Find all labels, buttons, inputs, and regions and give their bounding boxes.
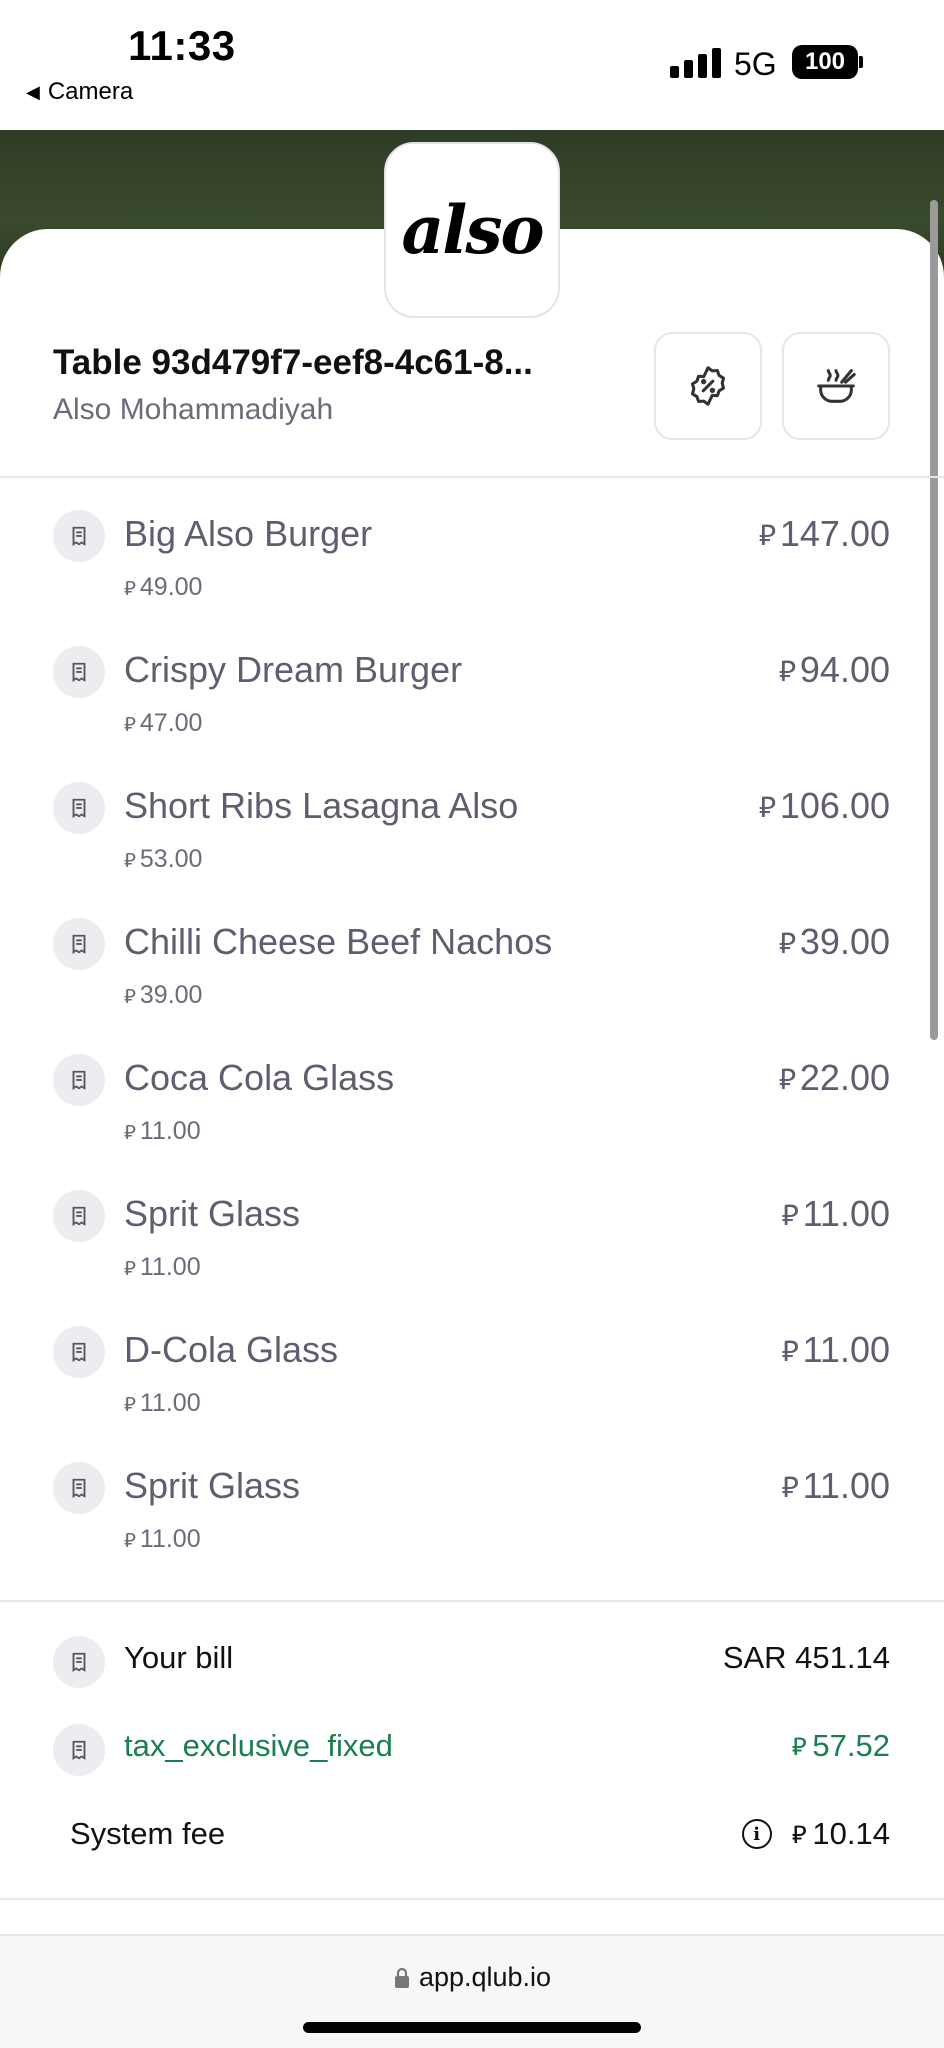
bill-item[interactable]: Sprit Glass ⃁ 11.00 ⃁ 11.00 bbox=[0, 1190, 944, 1326]
item-total-price: ⃁ 22.00 bbox=[778, 1057, 890, 1098]
item-name: Crispy Dream Burger bbox=[124, 649, 463, 690]
summary-divider bbox=[0, 1898, 944, 1900]
percent-badge-icon bbox=[690, 366, 726, 406]
system-fee-label: System fee bbox=[70, 1816, 226, 1851]
receipt-icon bbox=[53, 1724, 105, 1776]
receipt-icon bbox=[53, 1326, 105, 1378]
item-total-price: ⃁ 11.00 bbox=[781, 1193, 890, 1234]
signal-strength-icon bbox=[670, 48, 721, 78]
bill-item[interactable]: D-Cola Glass ⃁ 11.00 ⃁ 11.00 bbox=[0, 1326, 944, 1462]
receipt-icon bbox=[53, 646, 105, 698]
battery-tip bbox=[859, 56, 863, 68]
logo-text: also bbox=[401, 191, 544, 269]
network-type: 5G bbox=[734, 46, 777, 82]
item-unit-price: ⃁ 11.00 bbox=[124, 1117, 201, 1145]
receipt-icon bbox=[53, 782, 105, 834]
receipt-icon bbox=[53, 510, 105, 562]
browser-address-bar[interactable]: app.qlub.io bbox=[0, 1934, 944, 2048]
status-bar: 11:33 ◀ Camera 5G 100 bbox=[0, 0, 944, 130]
receipt-icon bbox=[53, 918, 105, 970]
food-menu-button[interactable] bbox=[782, 332, 890, 440]
restaurant-logo: also bbox=[384, 142, 560, 318]
item-name: Coca Cola Glass bbox=[124, 1057, 395, 1098]
back-triangle-icon: ◀ bbox=[26, 81, 40, 102]
tax-row: tax_exclusive_fixed ⃁ 57.52 bbox=[0, 1720, 944, 1780]
item-unit-price: ⃁ 49.00 bbox=[124, 573, 203, 601]
lock-icon bbox=[394, 1967, 409, 1988]
table-title: Table 93d479f7-eef8-4c61-8... bbox=[53, 343, 533, 382]
item-name: Sprit Glass bbox=[124, 1193, 301, 1234]
currency-icon: ⃁ bbox=[791, 1820, 807, 1849]
item-name: Short Ribs Lasagna Also bbox=[124, 785, 519, 826]
your-bill-label: Your bill bbox=[124, 1640, 234, 1675]
receipt-icon bbox=[53, 1636, 105, 1688]
bill-item[interactable]: Crispy Dream Burger ⃁ 47.00 ⃁ 94.00 bbox=[0, 646, 944, 782]
receipt-icon bbox=[53, 1462, 105, 1514]
currency-icon: ⃁ bbox=[778, 653, 796, 688]
item-unit-price: ⃁ 11.00 bbox=[124, 1253, 201, 1281]
bowl-steam-icon bbox=[817, 369, 856, 403]
back-app-label: Camera bbox=[47, 78, 134, 105]
url-text: app.qlub.io bbox=[418, 1962, 552, 1992]
tax-label: tax_exclusive_fixed bbox=[124, 1728, 393, 1763]
currency-icon: ⃁ bbox=[124, 1255, 136, 1280]
bill-item[interactable]: Big Also Burger ⃁ 49.00 ⃁ 147.00 bbox=[0, 510, 944, 646]
currency-icon: ⃁ bbox=[124, 711, 136, 736]
bill-item[interactable]: Sprit Glass ⃁ 11.00 ⃁ 11.00 bbox=[0, 1462, 944, 1598]
currency-icon: ⃁ bbox=[781, 1333, 799, 1368]
info-icon[interactable]: i bbox=[741, 1819, 772, 1849]
item-name: Chilli Cheese Beef Nachos bbox=[124, 921, 553, 962]
currency-icon: ⃁ bbox=[124, 575, 136, 600]
currency-icon: ⃁ bbox=[758, 517, 776, 552]
bill-item[interactable]: Coca Cola Glass ⃁ 11.00 ⃁ 22.00 bbox=[0, 1054, 944, 1190]
currency-icon: ⃁ bbox=[781, 1469, 799, 1504]
item-total-price: ⃁ 94.00 bbox=[778, 649, 890, 690]
currency-icon: ⃁ bbox=[791, 1732, 807, 1761]
battery-icon: 100 bbox=[792, 45, 858, 79]
home-indicator[interactable] bbox=[303, 2022, 641, 2033]
item-name: Sprit Glass bbox=[124, 1465, 301, 1506]
currency-icon: ⃁ bbox=[124, 1391, 136, 1416]
item-unit-price: ⃁ 53.00 bbox=[124, 845, 203, 873]
item-total-price: ⃁ 39.00 bbox=[778, 921, 890, 962]
item-unit-price: ⃁ 11.00 bbox=[124, 1525, 201, 1553]
item-unit-price: ⃁ 11.00 bbox=[124, 1389, 201, 1417]
currency-icon: ⃁ bbox=[758, 789, 776, 824]
item-name: D-Cola Glass bbox=[124, 1329, 339, 1370]
bill-item[interactable]: Short Ribs Lasagna Also ⃁ 53.00 ⃁ 106.00 bbox=[0, 782, 944, 918]
currency-icon: ⃁ bbox=[124, 1119, 136, 1144]
status-time: 11:33 bbox=[128, 22, 236, 69]
currency-icon: ⃁ bbox=[124, 983, 136, 1008]
item-unit-price: ⃁ 47.00 bbox=[124, 709, 203, 737]
bill-item[interactable]: Chilli Cheese Beef Nachos ⃁ 39.00 ⃁ 39.00 bbox=[0, 918, 944, 1054]
items-divider bbox=[0, 1600, 944, 1602]
url-display[interactable]: app.qlub.io bbox=[0, 1962, 944, 1993]
restaurant-name: Also Mohammadiyah bbox=[53, 393, 334, 426]
currency-icon: ⃁ bbox=[124, 847, 136, 872]
tax-value: ⃁ 57.52 bbox=[791, 1728, 890, 1763]
item-total-price: ⃁ 106.00 bbox=[758, 785, 890, 826]
back-to-app-link[interactable]: ◀ Camera bbox=[26, 78, 133, 106]
item-total-price: ⃁ 11.00 bbox=[781, 1329, 890, 1370]
your-bill-value: SAR 451.14 bbox=[722, 1640, 890, 1675]
system-fee-value: i ⃁ 10.14 bbox=[741, 1816, 890, 1852]
currency-icon: ⃁ bbox=[124, 1527, 136, 1552]
currency-icon: ⃁ bbox=[778, 1061, 796, 1096]
receipt-icon bbox=[53, 1190, 105, 1242]
item-total-price: ⃁ 11.00 bbox=[781, 1465, 890, 1506]
header-divider bbox=[0, 476, 944, 478]
system-fee-row: System fee i ⃁ 10.14 bbox=[0, 1808, 944, 1868]
your-bill-row: Your bill SAR 451.14 bbox=[0, 1632, 944, 1692]
discount-button[interactable] bbox=[654, 332, 762, 440]
receipt-icon bbox=[53, 1054, 105, 1106]
item-unit-price: ⃁ 39.00 bbox=[124, 981, 203, 1009]
item-name: Big Also Burger bbox=[124, 513, 373, 554]
currency-icon: ⃁ bbox=[778, 925, 796, 960]
item-total-price: ⃁ 147.00 bbox=[758, 513, 890, 554]
currency-icon: ⃁ bbox=[781, 1197, 799, 1232]
